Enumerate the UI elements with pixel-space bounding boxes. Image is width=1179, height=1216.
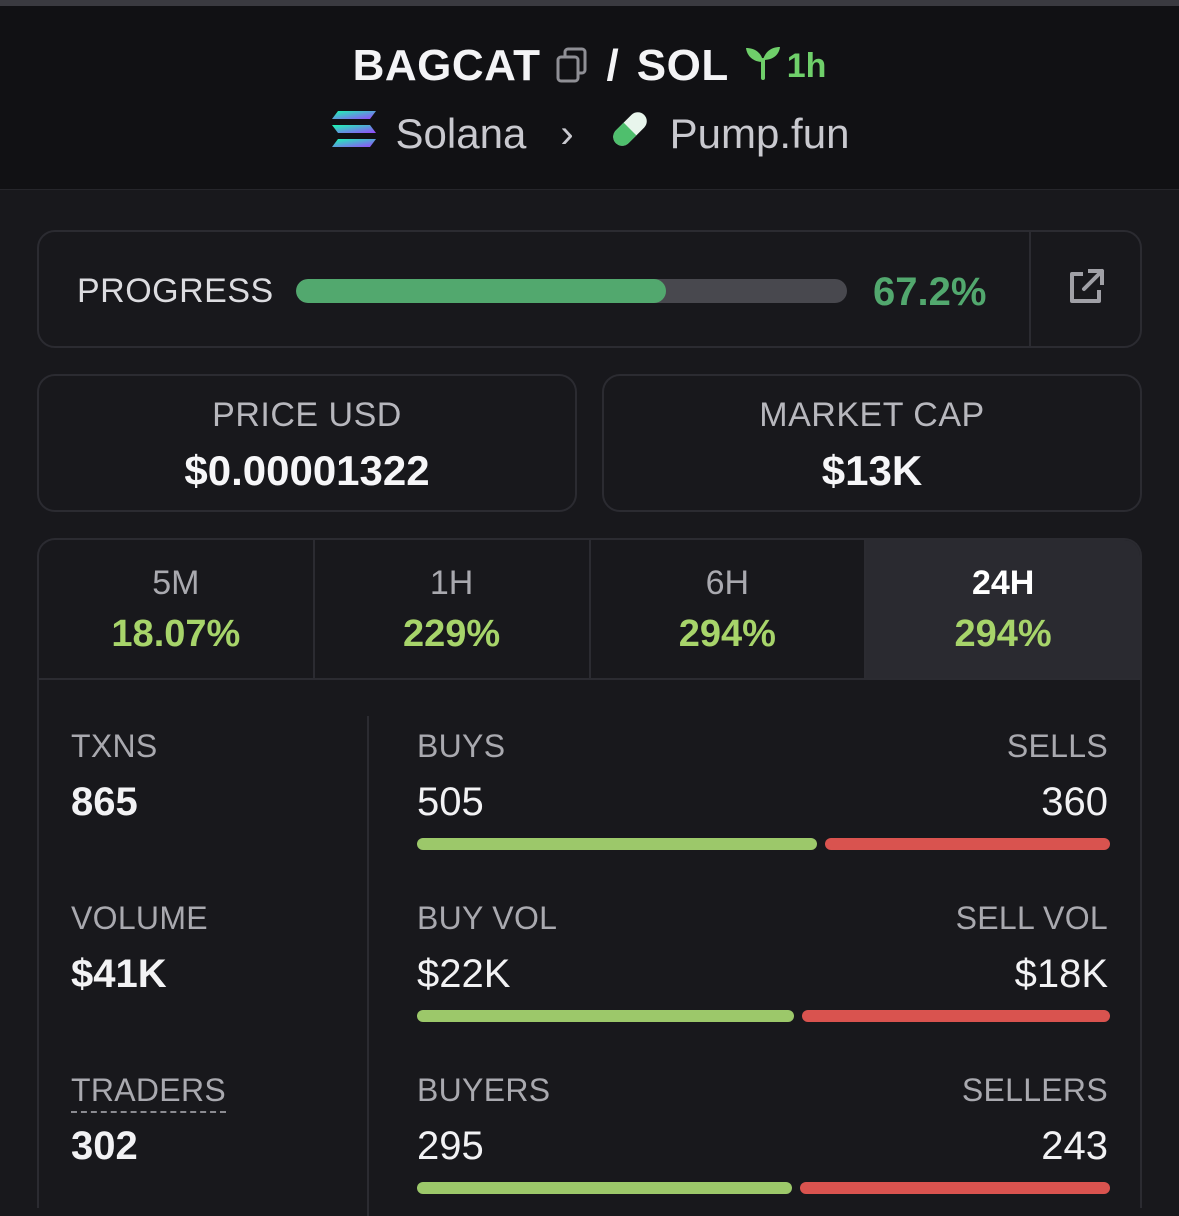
price-change: 18.07%	[111, 613, 241, 655]
tab-6h[interactable]: 6H 294%	[591, 540, 867, 680]
pair-age-label: 1h	[786, 46, 827, 85]
pill-icon	[608, 107, 652, 161]
sells-value: 360	[1041, 780, 1108, 824]
sell-vol-label: SELL VOL	[955, 900, 1108, 936]
progress-bar-fill	[296, 279, 667, 303]
buy-vol-label: BUY VOL	[417, 900, 558, 936]
price-change: 229%	[403, 613, 501, 655]
buy-vol-bar	[417, 1010, 794, 1022]
trade-stats-panel: TXNS 865 BUYS 505 SELLS 360 VOLUME $41K …	[37, 678, 1142, 1216]
buys-sells-bar	[417, 838, 1110, 850]
market-cap-value: $13K	[821, 447, 923, 494]
chevron-right-icon: ›	[560, 111, 574, 156]
buyers-value: 295	[417, 1124, 484, 1168]
traders-bar	[417, 1182, 1110, 1194]
quote-symbol: SOL	[636, 41, 729, 90]
progress-percent: 67.2%	[873, 270, 987, 314]
volume-bar	[417, 1010, 1110, 1022]
price-usd-value: $0.00001322	[184, 447, 430, 494]
txns-label: TXNS	[71, 728, 158, 764]
progress-label: PROGRESS	[77, 272, 274, 310]
buys-value: 505	[417, 780, 484, 824]
tab-24h[interactable]: 24H 294%	[866, 540, 1140, 680]
base-symbol: BAGCAT	[352, 41, 541, 90]
tab-label: 5M	[152, 564, 200, 602]
breadcrumb-dex[interactable]: Pump.fun	[670, 110, 850, 158]
external-link-icon	[1066, 267, 1106, 312]
price-change: 294%	[954, 613, 1052, 655]
external-link-button[interactable]	[1031, 232, 1140, 346]
seedling-icon	[743, 44, 783, 89]
traders-label[interactable]: TRADERS	[71, 1072, 227, 1113]
breadcrumb-chain[interactable]: Solana	[396, 110, 527, 158]
sellers-label: SELLERS	[961, 1072, 1108, 1108]
solana-logo-icon	[330, 109, 378, 159]
pair-header: BAGCAT / SOL 1h Solana › Pump.fun	[0, 6, 1179, 190]
chain-breadcrumb: Solana › Pump.fun	[0, 104, 1179, 164]
stats-divider	[367, 716, 369, 1216]
pair-title-row: BAGCAT / SOL 1h	[0, 36, 1179, 96]
price-usd-label: PRICE USD	[212, 396, 402, 434]
price-change: 294%	[678, 613, 776, 655]
sells-bar	[825, 838, 1110, 850]
timeframe-tabs: 5M 18.07% 1H 229% 6H 294% 24H 294%	[37, 538, 1142, 680]
volume-label: VOLUME	[71, 900, 208, 936]
sell-vol-value: $18K	[1014, 952, 1108, 996]
volume-value: $41K	[71, 952, 167, 996]
buys-label: BUYS	[417, 728, 506, 764]
sell-vol-bar	[801, 1010, 1110, 1022]
progress-bar	[296, 279, 847, 303]
tab-1h[interactable]: 1H 229%	[315, 540, 591, 680]
sellers-bar	[800, 1182, 1110, 1194]
price-usd-card: PRICE USD $0.00001322	[37, 374, 577, 512]
pair-separator: /	[606, 41, 619, 90]
sellers-value: 243	[1041, 1124, 1108, 1168]
traders-value: 302	[71, 1124, 138, 1168]
tab-label: 6H	[705, 564, 750, 602]
market-cap-card: MARKET CAP $13K	[602, 374, 1142, 512]
copy-icon[interactable]	[555, 47, 589, 85]
buys-bar	[417, 838, 818, 850]
tab-label: 24H	[971, 564, 1035, 602]
tab-5m[interactable]: 5M 18.07%	[39, 540, 315, 680]
tab-label: 1H	[429, 564, 474, 602]
sells-label: SELLS	[1006, 728, 1108, 764]
buy-vol-value: $22K	[417, 952, 511, 996]
market-cap-label: MARKET CAP	[759, 396, 985, 434]
bonding-progress-card: PROGRESS 67.2%	[37, 230, 1142, 348]
buyers-label: BUYERS	[417, 1072, 551, 1108]
txns-value: 865	[71, 780, 138, 824]
buyers-bar	[417, 1182, 793, 1194]
pair-age: 1h	[743, 44, 827, 89]
